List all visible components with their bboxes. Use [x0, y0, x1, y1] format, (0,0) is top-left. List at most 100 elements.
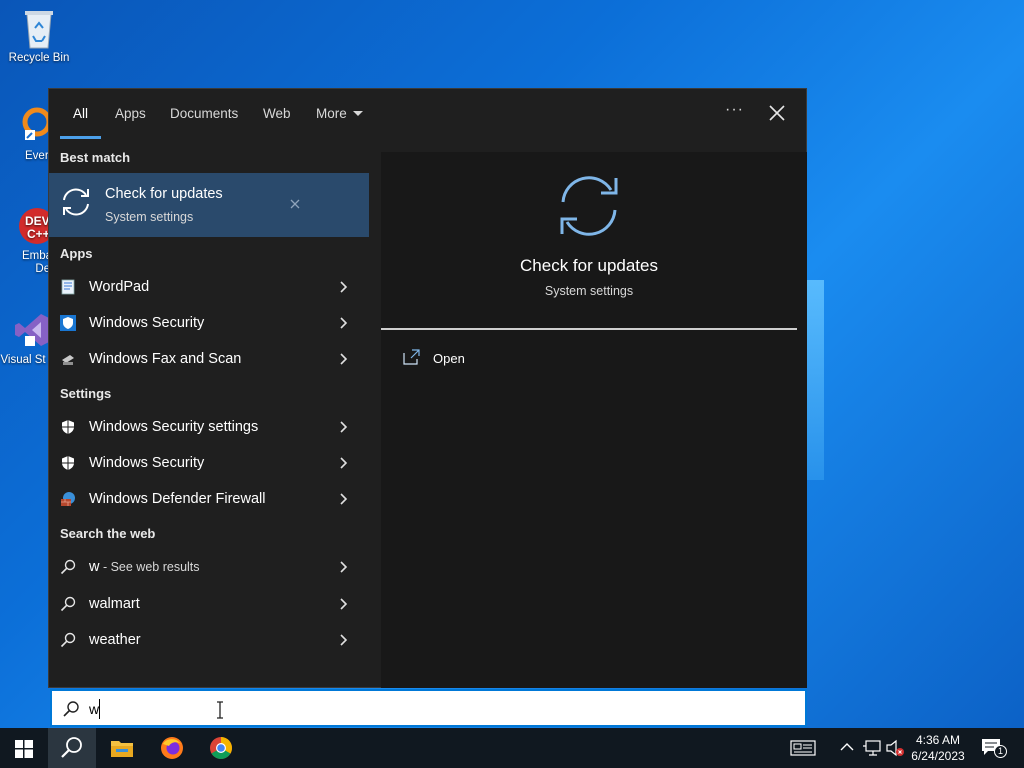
search-tabs-bar: All Apps Documents Web More ···	[49, 89, 806, 139]
firewall-icon	[61, 492, 75, 506]
clock-date: 6/24/2023	[911, 749, 965, 763]
search-icon	[63, 701, 79, 717]
volume-muted-icon[interactable]	[885, 739, 905, 757]
tab-all[interactable]: All	[73, 106, 88, 136]
close-button[interactable]	[765, 101, 789, 125]
sync-icon	[63, 188, 89, 216]
results-list: Best match Check for updates System sett…	[49, 139, 381, 689]
fax-scan-icon	[62, 355, 74, 365]
result-label: Windows Fax and Scan	[89, 351, 242, 367]
taskbar-chrome[interactable]	[197, 728, 245, 768]
result-item-defender-firewall[interactable]: Windows Defender Firewall	[49, 481, 369, 517]
windows-security-icon	[60, 315, 76, 331]
open-label: Open	[433, 351, 465, 366]
best-match-title: Check for updates	[105, 186, 223, 202]
chevron-right-icon[interactable]	[337, 457, 349, 469]
section-apps: Apps	[60, 246, 93, 261]
taskbar-firefox[interactable]	[148, 728, 196, 768]
preview-title: Check for updates	[520, 256, 658, 275]
svg-text:C++: C++	[27, 227, 50, 241]
firefox-icon	[161, 737, 183, 759]
chevron-right-icon[interactable]	[337, 598, 349, 610]
result-label: Windows Defender Firewall	[89, 491, 266, 507]
chevron-down-icon	[352, 111, 363, 116]
result-label: Windows Security	[89, 315, 205, 331]
open-action[interactable]: Open	[403, 347, 523, 371]
sync-icon	[560, 176, 618, 236]
tab-more[interactable]: More	[316, 106, 363, 136]
result-item-windows-security-setting[interactable]: Windows Security	[49, 445, 369, 481]
ibeam-cursor-icon	[215, 701, 225, 724]
dev-cpp-icon: DEV C++	[13, 206, 55, 246]
taskbar: 4:36 AM 6/24/2023 1	[0, 728, 1024, 768]
tab-apps[interactable]: Apps	[115, 106, 146, 136]
text-caret	[99, 699, 100, 719]
web-result-item[interactable]: weather	[49, 622, 369, 658]
visual-studio-icon	[13, 310, 53, 350]
web-result-label: weather	[89, 632, 141, 648]
result-label: WordPad	[89, 279, 150, 295]
tab-documents[interactable]: Documents	[170, 106, 238, 136]
tab-more-label: More	[316, 106, 347, 121]
chevron-right-icon[interactable]	[337, 421, 349, 433]
shield-icon	[62, 420, 74, 434]
shield-icon	[62, 456, 74, 470]
preview-divider	[381, 328, 797, 330]
search-icon	[61, 737, 82, 758]
open-icon	[403, 349, 420, 365]
taskbar-search-button[interactable]	[48, 728, 96, 768]
search-input[interactable]: w	[50, 689, 807, 727]
chrome-icon	[210, 737, 232, 759]
network-icon[interactable]	[862, 739, 882, 757]
recycle-bin-icon	[19, 8, 59, 49]
web-result-label: walmart	[89, 596, 140, 612]
web-result-hint: - See web results	[99, 560, 200, 574]
notification-count-badge: 1	[994, 745, 1007, 758]
result-item-wordpad[interactable]: WordPad	[49, 269, 369, 305]
action-center-button[interactable]: 1	[980, 737, 1007, 759]
preview-pane: Check for updates System settings Open	[381, 152, 807, 688]
preview-subtitle: System settings	[544, 284, 634, 298]
best-match-item[interactable]: Check for updates System settings	[49, 173, 369, 237]
result-label: Windows Security	[89, 455, 205, 471]
chevron-right-icon[interactable]	[337, 493, 349, 505]
section-best-match: Best match	[60, 150, 131, 165]
section-search-web: Search the web	[60, 526, 156, 541]
search-panel: All Apps Documents Web More ··· Best mat…	[48, 88, 807, 688]
best-match-subtitle: System settings	[105, 210, 194, 224]
close-icon	[769, 105, 785, 121]
result-item-windows-security-app[interactable]: Windows Security	[49, 305, 369, 341]
chevron-right-icon[interactable]	[337, 317, 349, 329]
start-button[interactable]	[0, 728, 48, 768]
more-options-button[interactable]: ···	[725, 101, 744, 119]
chevron-right-icon[interactable]	[337, 353, 349, 365]
search-icon	[60, 632, 76, 648]
search-icon	[60, 596, 76, 612]
web-result-item[interactable]: walmart	[49, 586, 369, 622]
result-item-fax-and-scan[interactable]: Windows Fax and Scan	[49, 341, 369, 377]
system-clock[interactable]: 4:36 AM 6/24/2023	[904, 732, 972, 764]
section-settings: Settings	[60, 386, 112, 401]
chevron-up-icon[interactable]	[840, 742, 854, 752]
taskbar-file-explorer[interactable]	[98, 728, 146, 768]
chevron-right-icon[interactable]	[337, 281, 349, 293]
web-result-item[interactable]: w - See web results	[49, 549, 369, 585]
desktop-icon-recycle-bin[interactable]: Recycle Bin	[2, 8, 76, 65]
web-query-text: w	[89, 559, 100, 575]
chevron-right-icon[interactable]	[337, 634, 349, 646]
clock-time: 4:36 AM	[915, 733, 961, 747]
svg-text:DEV: DEV	[25, 214, 50, 228]
search-icon	[60, 559, 76, 575]
chevron-right-icon[interactable]	[337, 561, 349, 573]
news-feed-icon[interactable]	[790, 740, 816, 756]
web-result-label: w - See web results	[89, 559, 200, 575]
dismiss-icon[interactable]	[288, 197, 302, 211]
windows-logo-icon	[15, 740, 33, 758]
result-label: Windows Security settings	[89, 419, 259, 435]
result-item-windows-security-settings[interactable]: Windows Security settings	[49, 409, 369, 445]
folder-icon	[111, 741, 133, 757]
search-query-text: w	[89, 701, 100, 717]
desktop-icon-label: Recycle Bin	[8, 52, 70, 64]
tab-web[interactable]: Web	[263, 106, 291, 136]
wordpad-icon	[61, 279, 75, 295]
